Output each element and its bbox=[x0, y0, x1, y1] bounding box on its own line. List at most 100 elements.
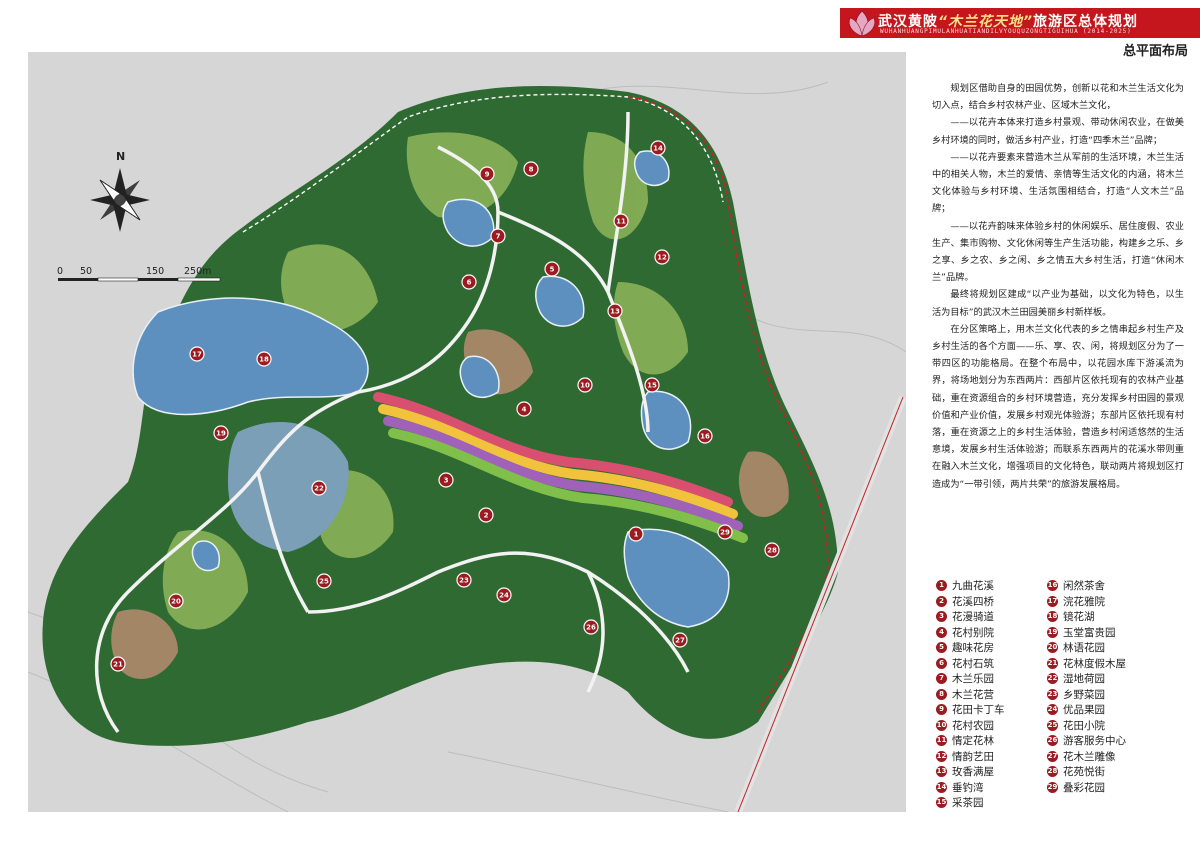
legend-marker-icon: 1 bbox=[936, 580, 947, 592]
legend-label: 木兰乐园 bbox=[952, 673, 994, 686]
legend-label: 情韵艺田 bbox=[952, 750, 994, 763]
map-marker-label: 6 bbox=[467, 279, 472, 287]
map-marker-label: 13 bbox=[610, 308, 620, 316]
legend-item: 8 木兰花营 bbox=[936, 687, 1005, 703]
scale-bar: 0 50 150 250m bbox=[57, 266, 221, 282]
map-marker-label: 24 bbox=[499, 592, 509, 600]
legend-marker-icon: 24 bbox=[1047, 704, 1058, 716]
legend-column-2: 16 闲然茶舍 17 浣花雅院 18 镜花湖 19 玉堂富贵园 20 林语花园 21 花林度假木屋 22… bbox=[1047, 578, 1126, 795]
map-marker-label: 7 bbox=[496, 233, 501, 241]
legend-item: 22 湿地荷园 bbox=[1047, 671, 1126, 687]
map-marker-label: 28 bbox=[767, 547, 777, 555]
scale-seg-2 bbox=[97, 277, 139, 282]
map-marker: 19 bbox=[213, 425, 229, 441]
map-marker-label: 22 bbox=[314, 485, 324, 493]
legend-item: 1 九曲花溪 bbox=[936, 578, 1005, 594]
legend-label: 花村农园 bbox=[952, 719, 994, 732]
legend-marker-icon: 16 bbox=[1047, 580, 1058, 592]
map-marker-label: 10 bbox=[580, 382, 590, 390]
legend-item: 12 情韵艺田 bbox=[936, 749, 1005, 765]
header-pinyin: WUHANHUANGPIMULANHUATIANDILVYOUQUZONGTIG… bbox=[880, 28, 1132, 35]
legend-marker-icon: 8 bbox=[936, 688, 947, 700]
legend-marker-icon: 12 bbox=[936, 750, 947, 762]
legend-marker-icon: 14 bbox=[936, 781, 947, 793]
legend-label: 采茶园 bbox=[952, 797, 984, 810]
map-marker: 25 bbox=[316, 573, 332, 589]
legend-label: 玫香满屋 bbox=[952, 766, 994, 779]
map-marker-label: 29 bbox=[720, 529, 730, 537]
map-marker-label: 2 bbox=[484, 512, 489, 520]
legend-item: 26 游客服务中心 bbox=[1047, 733, 1126, 749]
map-marker: 15 bbox=[644, 377, 660, 393]
legend-label: 花苑悦街 bbox=[1063, 766, 1105, 779]
map-marker-label: 8 bbox=[529, 166, 534, 174]
map-marker-label: 1 bbox=[634, 531, 639, 539]
legend-marker-icon: 6 bbox=[936, 657, 947, 669]
legend-item: 17 浣花雅院 bbox=[1047, 594, 1126, 610]
legend-label: 优品果园 bbox=[1063, 704, 1105, 717]
map-marker-label: 21 bbox=[113, 661, 123, 669]
legend-marker-icon: 26 bbox=[1047, 735, 1058, 747]
map-marker: 28 bbox=[764, 542, 780, 558]
legend-label: 花村石筑 bbox=[952, 657, 994, 670]
legend-item: 6 花村石筑 bbox=[936, 656, 1005, 672]
map-marker-label: 11 bbox=[616, 218, 626, 226]
legend-item: 13 玫香满屋 bbox=[936, 764, 1005, 780]
map-marker: 1 bbox=[628, 526, 644, 542]
legend-label: 林语花园 bbox=[1063, 642, 1105, 655]
desc-paragraph-1: 规划区借助自身的田园优势，创新以花和木兰生活文化为切入点，结合乡村农林产业、区域… bbox=[932, 83, 1184, 112]
legend-label: 叠彩花园 bbox=[1063, 781, 1105, 794]
map-marker: 3 bbox=[438, 472, 454, 488]
legend-item: 7 木兰乐园 bbox=[936, 671, 1005, 687]
legend-label: 花田卡丁车 bbox=[952, 704, 1005, 717]
map-marker-label: 20 bbox=[171, 598, 181, 606]
legend-label: 镜花湖 bbox=[1063, 611, 1095, 624]
map-marker: 22 bbox=[311, 480, 327, 496]
legend-marker-icon: 29 bbox=[1047, 781, 1058, 793]
map-marker-label: 18 bbox=[259, 356, 269, 364]
map-marker-label: 16 bbox=[700, 433, 710, 441]
scale-label-150: 150 bbox=[146, 266, 164, 277]
legend-item: 19 玉堂富贵园 bbox=[1047, 625, 1126, 641]
page-title: 总平面布局 bbox=[1122, 44, 1188, 59]
legend-label: 木兰花营 bbox=[952, 688, 994, 701]
plan-description: 规划区借助自身的田园优势，创新以花和木兰生活文化为切入点，结合乡村农林产业、区域… bbox=[932, 80, 1184, 493]
header-title: 武汉黄陂“木兰花天地”旅游区总体规划 bbox=[878, 11, 1200, 30]
legend-label: 游客服务中心 bbox=[1063, 735, 1126, 748]
map-marker-label: 3 bbox=[444, 477, 449, 485]
legend-marker-icon: 15 bbox=[936, 797, 947, 809]
scale-seg-3 bbox=[138, 278, 178, 281]
map-marker: 12 bbox=[654, 249, 670, 265]
map-marker: 18 bbox=[256, 351, 272, 367]
master-plan-map: N 0 50 150 250m 1 2 3 4 5 6 7 8 9 10 11 12 13 14 15 16 1… bbox=[28, 52, 906, 812]
legend-marker-icon: 11 bbox=[936, 735, 947, 747]
legend-label: 浣花雅院 bbox=[1063, 595, 1105, 608]
legend-marker-icon: 19 bbox=[1047, 626, 1058, 638]
scale-seg-1 bbox=[58, 278, 98, 281]
legend-item: 18 镜花湖 bbox=[1047, 609, 1126, 625]
legend-item: 2 花溪四桥 bbox=[936, 594, 1005, 610]
magnolia-logo-icon bbox=[848, 10, 876, 37]
legend-item: 23 乡野菜园 bbox=[1047, 687, 1126, 703]
legend-marker-icon: 25 bbox=[1047, 719, 1058, 731]
map-marker-label: 9 bbox=[485, 171, 490, 179]
map-canvas: N 0 50 150 250m 123456789101112131415161… bbox=[28, 81, 906, 812]
map-marker-label: 26 bbox=[586, 624, 596, 632]
map-marker: 16 bbox=[697, 428, 713, 444]
legend-marker-icon: 2 bbox=[936, 595, 947, 607]
legend-item: 3 花漫骑道 bbox=[936, 609, 1005, 625]
north-compass-icon: N bbox=[90, 150, 150, 232]
legend-item: 29 叠彩花园 bbox=[1047, 780, 1126, 796]
map-marker: 29 bbox=[717, 524, 733, 540]
legend-marker-icon: 7 bbox=[936, 673, 947, 685]
legend-label: 情定花林 bbox=[952, 735, 994, 748]
map-marker-label: 17 bbox=[192, 351, 202, 359]
legend-label: 闲然茶舍 bbox=[1063, 580, 1105, 593]
map-marker-label: 4 bbox=[522, 406, 527, 414]
legend-marker-icon: 10 bbox=[936, 719, 947, 731]
map-marker: 26 bbox=[583, 619, 599, 635]
legend-label: 趣味花房 bbox=[952, 642, 994, 655]
scale-seg-4 bbox=[177, 277, 221, 282]
map-marker: 7 bbox=[490, 228, 506, 244]
legend-item: 15 采茶园 bbox=[936, 795, 1005, 811]
